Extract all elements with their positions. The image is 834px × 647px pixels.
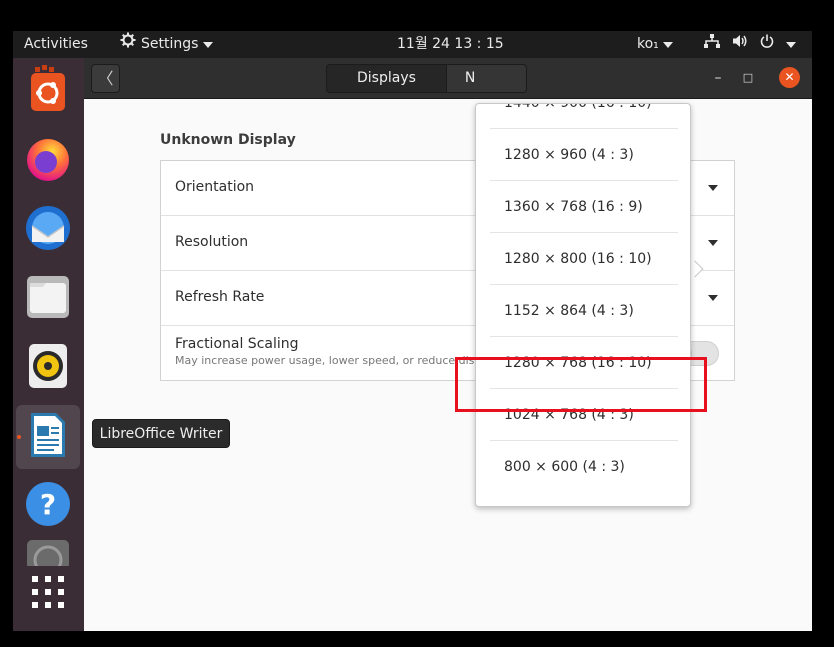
minimize-icon: – (714, 70, 722, 86)
settings-window: 〈 Displays N – □ ✕ Unknown Display Orien… (84, 58, 812, 631)
help-icon: ? (25, 481, 71, 531)
chevron-down-icon (708, 295, 718, 301)
dock-libreoffice-writer[interactable] (16, 405, 80, 469)
dock-rhythmbox[interactable] (16, 336, 80, 400)
dock-thunderbird[interactable] (16, 198, 80, 262)
chevron-down-icon (786, 41, 796, 48)
clock[interactable]: 11월 24 13 : 15 (397, 31, 504, 58)
display-title: Unknown Display (160, 132, 296, 148)
maximize-icon: □ (742, 71, 754, 84)
power-icon (760, 31, 774, 58)
running-indicator (17, 435, 21, 439)
ubuntu-software-icon (25, 65, 71, 119)
chevron-down-icon (203, 41, 214, 48)
header-bar: 〈 Displays N – □ ✕ (84, 58, 812, 99)
back-button[interactable]: 〈 (91, 64, 120, 93)
resolution-popover: 1440 × 900 (16 : 10) 1280 × 960 (4 : 3) … (475, 103, 691, 507)
refresh-rate-label: Refresh Rate (175, 289, 265, 305)
close-icon: ✕ (784, 70, 795, 84)
resolution-option[interactable]: 800 × 600 (4 : 3) (490, 441, 678, 493)
minimize-button[interactable]: – (709, 69, 727, 87)
resolution-option[interactable]: 1440 × 900 (16 : 10) (490, 104, 678, 129)
top-bar: Activities Settings 11월 24 13 : 15 ko₁ (13, 31, 812, 58)
desktop-screen: Activities Settings 11월 24 13 : 15 ko₁ ?… (13, 31, 812, 631)
svg-text:?: ? (40, 488, 56, 521)
dock-files[interactable] (16, 267, 80, 331)
tab-night-light[interactable]: N (446, 64, 527, 93)
tab-displays[interactable]: Displays (326, 64, 447, 93)
show-applications-button[interactable] (16, 562, 80, 626)
dock-firefox[interactable] (16, 129, 80, 193)
dock-ubuntu-software[interactable] (16, 60, 80, 124)
resolution-option[interactable]: 1360 × 768 (16 : 9) (490, 181, 678, 233)
close-button[interactable]: ✕ (779, 67, 800, 88)
gear-icon (120, 31, 136, 58)
input-method-label: ko₁ (637, 36, 659, 52)
fractional-scaling-label: Fractional Scaling (175, 336, 299, 352)
system-tray[interactable] (704, 31, 796, 58)
resolution-option[interactable]: 1280 × 960 (4 : 3) (490, 129, 678, 181)
document-icon (28, 412, 68, 462)
dock-help[interactable]: ? (16, 474, 80, 538)
fractional-scaling-description: May increase power usage, lower speed, o… (175, 354, 482, 367)
volume-icon (732, 31, 748, 58)
chevron-down-icon (708, 185, 718, 191)
app-menu-label: Settings (141, 36, 199, 52)
thunderbird-icon (23, 204, 73, 256)
activities-button[interactable]: Activities (24, 31, 88, 58)
maximize-button[interactable]: □ (739, 69, 757, 87)
highlight-box (455, 357, 707, 412)
view-switcher: Displays N (326, 64, 527, 93)
dock-tooltip: LibreOffice Writer (92, 419, 230, 448)
resolution-label: Resolution (175, 234, 249, 250)
orientation-label: Orientation (175, 179, 255, 195)
firefox-icon (24, 135, 72, 187)
chevron-down-icon (708, 240, 718, 246)
speaker-icon (27, 343, 69, 393)
resolution-option[interactable]: 1280 × 800 (16 : 10) (490, 233, 678, 285)
input-method-indicator[interactable]: ko₁ (637, 31, 673, 58)
chevron-left-icon: 〈 (97, 69, 114, 88)
network-icon (704, 31, 720, 58)
dock: ? (13, 58, 84, 631)
folder-icon (25, 274, 71, 324)
grid-icon (31, 575, 65, 613)
resolution-option[interactable]: 1152 × 864 (4 : 3) (490, 285, 678, 337)
app-menu-settings[interactable]: Settings (120, 31, 214, 58)
chevron-down-icon (662, 41, 673, 48)
